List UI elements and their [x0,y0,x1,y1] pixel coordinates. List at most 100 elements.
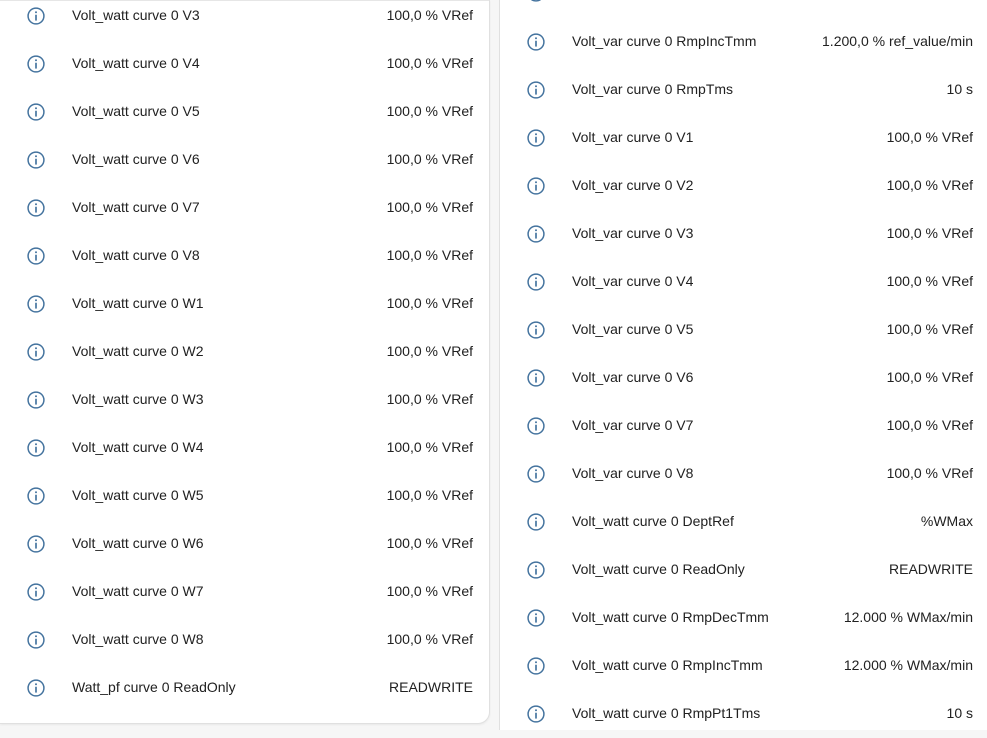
info-icon[interactable] [526,320,546,340]
entity-name[interactable]: Volt_var curve 0 RmpTms [572,81,733,97]
info-icon[interactable] [26,630,46,650]
entity-name[interactable]: Volt_watt curve 0 V3 [72,7,200,23]
info-icon[interactable] [26,486,46,506]
info-icon[interactable] [26,6,46,26]
entity-row[interactable]: Volt_watt curve 0 RmpPt1Tms 10 s [500,690,987,738]
info-icon[interactable] [526,224,546,244]
entity-name[interactable]: Volt_watt curve 0 V5 [72,103,200,119]
info-icon[interactable] [526,608,546,628]
entity-name[interactable]: Volt_var curve 0 V3 [572,225,693,241]
entity-row[interactable]: Volt_watt curve 0 W3 100,0 % VRef [0,376,489,424]
entity-name[interactable]: Volt_watt curve 0 V6 [72,151,200,167]
info-icon[interactable] [526,464,546,484]
entity-row[interactable]: Volt_var curve 0 V6 100,0 % VRef [500,354,987,402]
entity-row[interactable]: Volt_watt curve 0 DeptRef %WMax [500,498,987,546]
info-icon[interactable] [526,416,546,436]
entity-row[interactable]: Volt_watt curve 0 V4 100,0 % VRef [0,40,489,88]
entity-state: 100,0 % VRef [386,7,473,23]
info-icon[interactable] [26,246,46,266]
entity-row[interactable]: Volt_var curve 0 RmpIncTmm 1.200,0 % ref_… [500,18,987,66]
entity-state: 100,0 % VRef [886,225,973,241]
entity-name[interactable]: Watt_pf curve 0 ReadOnly [72,679,236,695]
info-icon[interactable] [26,582,46,602]
entity-state: READWRITE [389,679,473,695]
entity-row[interactable]: Volt_watt curve 0 W1 100,0 % VRef [0,280,489,328]
entity-name[interactable]: Volt_watt curve 0 V8 [72,247,200,263]
info-icon[interactable] [26,294,46,314]
info-icon[interactable] [526,128,546,148]
entity-row[interactable]: Volt_watt curve 0 V7 100,0 % VRef [0,184,489,232]
entity-name[interactable]: Volt_var curve 0 V8 [572,465,693,481]
info-icon[interactable] [26,534,46,554]
entity-row[interactable]: Volt_var curve 0 V5 100,0 % VRef [500,306,987,354]
info-icon[interactable] [26,342,46,362]
entity-row[interactable]: Volt_watt curve 0 W6 100,0 % VRef [0,520,489,568]
info-icon[interactable] [526,560,546,580]
entity-row[interactable]: Volt_watt curve 0 RmpIncTmm 12.000 % WMax… [500,642,987,690]
entity-name[interactable]: Volt_watt curve 0 ReadOnly [572,561,745,577]
entity-row[interactable]: Volt_watt curve 0 RmpDecTmm 12.000 % WMax… [500,594,987,642]
info-icon[interactable] [26,678,46,698]
entity-name[interactable]: Volt_watt curve 0 V7 [72,199,200,215]
info-icon[interactable] [526,80,546,100]
entity-row[interactable]: Volt_watt curve 0 W5 100,0 % VRef [0,472,489,520]
info-icon[interactable] [26,438,46,458]
info-icon[interactable] [26,102,46,122]
entity-name[interactable]: Volt_var curve 0 V4 [572,273,693,289]
entity-name[interactable]: Volt_watt curve 0 DeptRef [572,513,734,529]
entity-name[interactable]: Volt_watt curve 0 RmpIncTmm [572,657,763,673]
entity-row[interactable]: Volt_watt curve 0 V6 100,0 % VRef [0,136,489,184]
entity-name[interactable]: Volt_var curve 0 RmpIncTmm [572,33,756,49]
entity-name[interactable]: Volt_watt curve 0 W8 [72,631,204,647]
info-icon[interactable] [26,390,46,410]
entity-state: 100,0 % VRef [386,535,473,551]
entity-row[interactable]: Volt_watt curve 0 V8 100,0 % VRef [0,232,489,280]
entity-state: 10 s [946,705,973,721]
info-icon[interactable] [26,150,46,170]
entity-row[interactable]: Volt_var curve 0 V1 100,0 % VRef [500,114,987,162]
entity-row[interactable]: Watt_pf curve 0 ReadOnly READWRITE [0,664,489,712]
entity-state: 1.200,0 % ref_value/min [822,33,973,49]
entity-state: 100,0 % VRef [386,103,473,119]
info-icon[interactable] [26,198,46,218]
entity-name[interactable]: Volt_watt curve 0 W5 [72,487,204,503]
entity-name[interactable]: Volt_watt curve 0 RmpPt1Tms [572,705,760,721]
entity-name[interactable]: Volt_watt curve 0 W4 [72,439,204,455]
entity-name[interactable]: Volt_var curve 0 V6 [572,369,693,385]
info-icon[interactable] [526,368,546,388]
entity-state: 100,0 % VRef [886,369,973,385]
entity-name[interactable]: Volt_watt curve 0 RmpDecTmm [572,609,769,625]
entity-row[interactable]: Volt_watt curve 0 W8 100,0 % VRef [0,616,489,664]
entity-row[interactable]: Volt_var curve 0 V8 100,0 % VRef [500,450,987,498]
entity-row[interactable]: Volt_var curve 0 V2 100,0 % VRef [500,162,987,210]
entity-row[interactable]: Volt_var curve 0 RmpTms 10 s [500,66,987,114]
entity-name[interactable]: Volt_watt curve 0 W3 [72,391,204,407]
entity-name[interactable]: Volt_var curve 0 V5 [572,321,693,337]
entity-name[interactable]: Volt_watt curve 0 V4 [72,55,200,71]
entity-row[interactable]: Volt_watt curve 0 W7 100,0 % VRef [0,568,489,616]
info-icon[interactable] [526,656,546,676]
info-icon[interactable] [526,512,546,532]
entity-name[interactable]: Volt_watt curve 0 W6 [72,535,204,551]
entity-row[interactable]: Volt_watt curve 0 V3 100,0 % VRef [0,0,489,40]
entity-name[interactable]: Volt_watt curve 0 W7 [72,583,204,599]
entity-row[interactable]: Volt_watt curve 0 W2 100,0 % VRef [0,328,489,376]
entity-name[interactable]: Volt_var curve 0 V7 [572,417,693,433]
entity-row[interactable]: Volt_var curve 0 V4 100,0 % VRef [500,258,987,306]
entity-row[interactable]: Volt_var curve 0 V3 100,0 % VRef [500,210,987,258]
entity-name[interactable]: Volt_watt curve 0 W1 [72,295,204,311]
entity-row[interactable]: Volt_watt curve 0 W4 100,0 % VRef [0,424,489,472]
entity-name[interactable]: Volt_watt curve 0 W2 [72,343,204,359]
info-icon[interactable] [526,176,546,196]
entity-row[interactable]: Volt_var curve 0 V7 100,0 % VRef [500,402,987,450]
entity-row[interactable]: Volt_watt curve 0 V5 100,0 % VRef [0,88,489,136]
entity-name[interactable]: Volt_var curve 0 V2 [572,177,693,193]
entity-name[interactable]: Volt_var curve 0 V1 [572,129,693,145]
info-icon[interactable] [526,704,546,724]
info-icon[interactable] [526,272,546,292]
info-icon[interactable] [26,54,46,74]
entity-state: 100,0 % VRef [886,321,973,337]
info-icon[interactable] [526,0,546,3]
entity-row[interactable]: Volt_watt curve 0 ReadOnly READWRITE [500,546,987,594]
info-icon[interactable] [526,32,546,52]
